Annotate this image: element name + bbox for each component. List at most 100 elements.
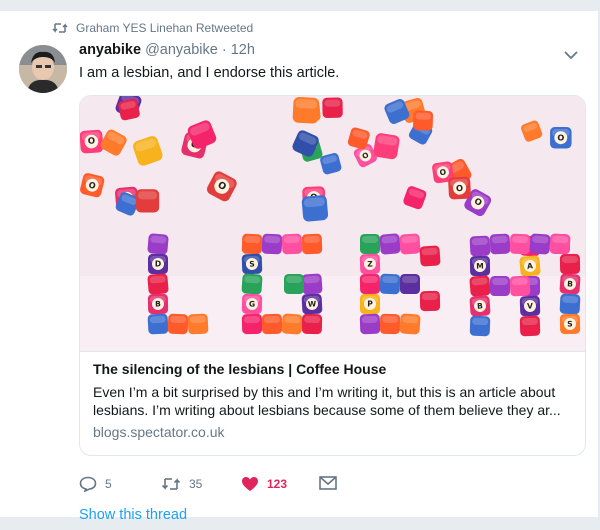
direct-message-button[interactable] (319, 476, 345, 490)
svg-text:O: O (456, 183, 464, 193)
svg-text:B: B (567, 279, 574, 288)
link-domain: blogs.spectator.co.uk (93, 424, 225, 440)
letter-die (301, 195, 329, 222)
reply-button[interactable]: 5 (79, 476, 112, 492)
letter-die (469, 275, 491, 297)
tweet-actions: 5 35 123 (79, 476, 379, 496)
svg-text:S: S (567, 319, 573, 328)
tweet-header: anyabike @anyabike · 12h (79, 42, 255, 58)
letter-die (281, 233, 303, 255)
letter-die (241, 313, 263, 335)
letter-die: B (469, 295, 491, 317)
tweet-text: I am a lesbian, and I endorse this artic… (79, 65, 340, 81)
link-preview-body: The silencing of the lesbians | Coffee H… (80, 351, 585, 455)
svg-text:M: M (476, 261, 484, 270)
tweet-card[interactable]: Graham YES Linehan Retweeted anyabike @a… (0, 10, 598, 523)
letter-die: A (519, 255, 541, 277)
heart-icon (242, 477, 258, 491)
letter-die (549, 233, 571, 255)
letter-die (301, 313, 323, 335)
letter-die (301, 233, 323, 255)
letter-die (281, 313, 303, 335)
letter-die: O (550, 126, 572, 149)
author-name[interactable]: anyabike (79, 42, 141, 58)
letter-die: D (148, 254, 168, 274)
letter-die (118, 98, 140, 121)
letter-die (373, 133, 400, 160)
retweet-context-label[interactable]: Graham YES Linehan Retweeted (76, 21, 253, 35)
retweet-context: Graham YES Linehan Retweeted (52, 21, 253, 35)
svg-text:O: O (87, 136, 95, 146)
link-description: Even I’m a bit surprised by this and I’m… (93, 383, 574, 419)
letter-die (147, 313, 169, 335)
letter-die: O (80, 129, 104, 154)
svg-text:P: P (367, 300, 373, 309)
letter-die (559, 253, 581, 275)
letter-die (379, 273, 401, 295)
retweet-icon (52, 23, 68, 33)
reply-icon (79, 476, 97, 492)
letter-die: P (360, 294, 380, 314)
show-thread-link[interactable]: Show this thread (79, 507, 187, 523)
letter-die (359, 273, 381, 295)
letter-die (360, 234, 380, 254)
letter-die (167, 313, 189, 335)
letter-die: V (519, 295, 541, 317)
letter-die (399, 233, 421, 255)
svg-text:A: A (527, 261, 534, 270)
letter-die (519, 315, 541, 337)
more-options-button[interactable] (564, 47, 578, 65)
link-description-line: Even I’m a bit surprised by this and I’m… (93, 384, 556, 400)
letter-die (261, 313, 283, 335)
letter-die (509, 233, 531, 255)
letter-die: S (559, 313, 581, 335)
letter-die (301, 273, 323, 295)
svg-text:B: B (155, 299, 161, 308)
link-description-line: lesbians. I’m writing about lesbians bec… (93, 402, 561, 418)
svg-text:Z: Z (367, 259, 373, 268)
letter-die: G (241, 293, 263, 315)
timestamp[interactable]: 12h (231, 42, 255, 58)
svg-text:B: B (477, 301, 484, 310)
letter-die (241, 233, 263, 255)
letter-die: W (301, 293, 323, 315)
letter-die (509, 275, 531, 297)
separator: · (221, 42, 227, 58)
letter-die (469, 315, 491, 337)
letter-die (400, 274, 420, 294)
svg-text:D: D (155, 260, 161, 269)
letter-die (379, 233, 401, 255)
letter-die: Z (359, 253, 381, 275)
letter-die (469, 235, 491, 257)
avatar[interactable] (19, 45, 67, 93)
letter-die: S (241, 253, 263, 275)
letter-die (359, 313, 381, 335)
letter-die (489, 233, 511, 255)
retweet-count: 35 (189, 477, 203, 491)
letter-die: O (448, 176, 471, 200)
letter-die (292, 97, 320, 124)
link-preview-card[interactable]: OOOOOOOOOOODBSGWZPMBAVBS The silencing o… (79, 95, 586, 456)
letter-die (187, 313, 209, 335)
link-title: The silencing of the lesbians | Coffee H… (93, 361, 387, 377)
like-button[interactable]: 123 (241, 476, 287, 492)
svg-text:O: O (557, 133, 564, 143)
letter-die: B (559, 273, 581, 295)
article-image: OOOOOOOOOOODBSGWZPMBAVBS (80, 96, 585, 351)
letter-die (379, 313, 401, 335)
like-count: 123 (267, 477, 288, 491)
letter-die (399, 313, 421, 335)
retweet-button[interactable]: 35 (161, 476, 202, 492)
author-handle[interactable]: @anyabike (145, 42, 218, 58)
letter-die (529, 233, 551, 255)
letter-die (490, 276, 510, 296)
letter-die (147, 233, 169, 255)
letter-die (419, 290, 441, 312)
envelope-icon (319, 476, 337, 490)
letter-die (147, 273, 169, 295)
retweet-icon (161, 478, 181, 490)
svg-text:V: V (527, 301, 533, 310)
letter-die (559, 293, 581, 315)
letter-die (241, 273, 263, 295)
svg-text:S: S (249, 259, 255, 268)
